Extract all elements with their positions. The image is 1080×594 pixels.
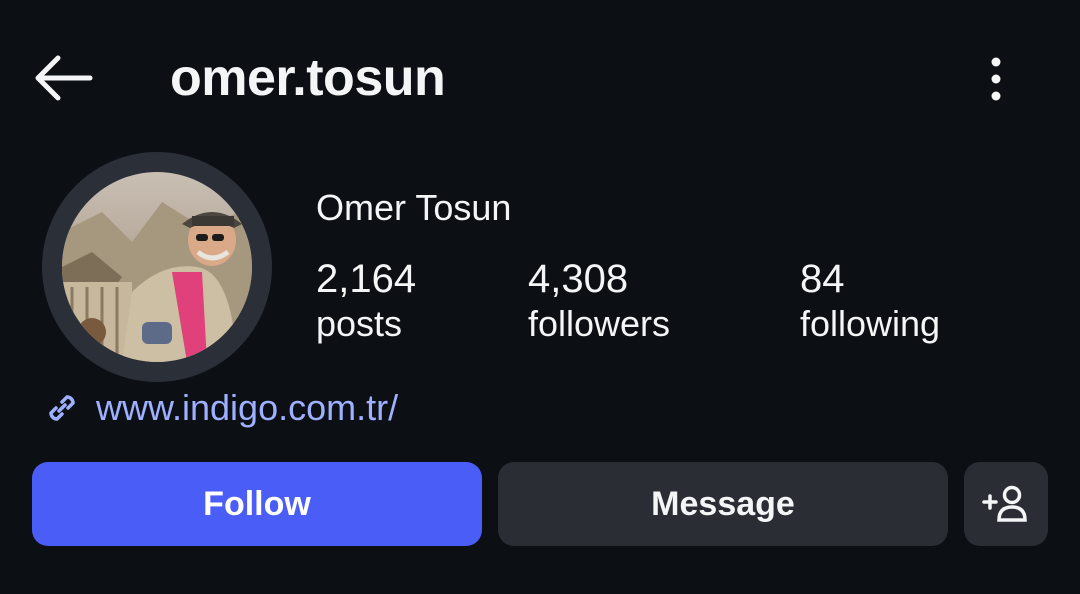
link-icon (49, 395, 75, 421)
top-bar: omer.tosun (0, 0, 1080, 160)
more-options-button[interactable] (972, 52, 1020, 108)
message-button[interactable]: Message (498, 462, 948, 546)
posts-label: posts (316, 303, 403, 344)
back-button[interactable] (30, 50, 96, 106)
suggested-users-button[interactable] (964, 462, 1048, 546)
add-person-icon (982, 485, 1027, 522)
follow-button[interactable]: Follow (32, 462, 482, 546)
avatar[interactable] (62, 172, 252, 362)
profile-username: omer.tosun (170, 49, 446, 107)
profile-photo (62, 172, 252, 362)
followers-stat[interactable]: 4,308 followers (528, 256, 670, 346)
following-stat[interactable]: 84 following (800, 256, 940, 346)
followers-label: followers (528, 303, 671, 344)
following-label: following (800, 303, 941, 344)
posts-count: 2,164 (316, 257, 417, 301)
arrow-left-icon (35, 55, 93, 101)
profile-full-name: Omer Tosun (316, 187, 512, 228)
website-link-text: www.indigo.com.tr/ (96, 387, 399, 428)
website-link[interactable]: www.indigo.com.tr/ (42, 386, 398, 430)
following-count: 84 (800, 257, 845, 301)
vertical-ellipsis-icon (991, 57, 1001, 101)
followers-count: 4,308 (528, 257, 629, 301)
posts-stat[interactable]: 2,164 posts (316, 256, 416, 346)
